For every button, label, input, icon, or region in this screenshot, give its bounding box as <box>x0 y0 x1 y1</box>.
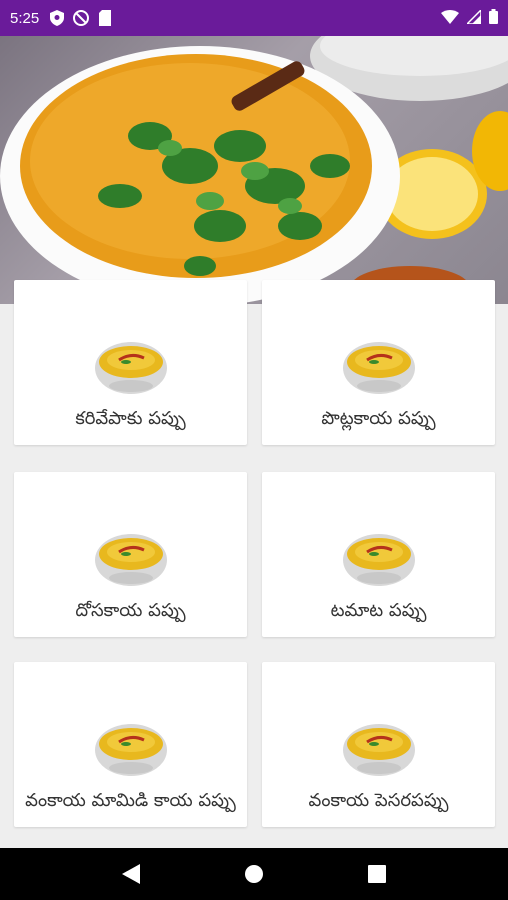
shield-icon <box>49 10 65 26</box>
recipe-card[interactable]: దోసకాయ పప్పు <box>14 472 247 637</box>
dal-bowl-icon <box>342 534 415 586</box>
battery-icon <box>489 8 498 28</box>
home-icon <box>244 865 263 883</box>
home-button[interactable] <box>234 854 274 894</box>
recipe-card[interactable]: టమాట పప్పు <box>262 472 495 637</box>
recipe-label: దోసకాయ పప్పు <box>75 600 186 621</box>
recipe-card[interactable]: వంకాయ మామిడి కాయ పప్పు <box>14 662 247 827</box>
recents-button[interactable] <box>357 854 397 894</box>
recipe-card[interactable]: పొట్లకాయ పప్పు <box>262 280 495 445</box>
dal-bowl-icon <box>94 724 167 776</box>
status-time: 5:25 <box>10 9 40 27</box>
dal-bowl-icon <box>94 534 167 586</box>
back-icon <box>122 864 141 884</box>
no-disturb-icon <box>73 10 90 26</box>
signal-icon <box>465 7 482 28</box>
dal-bowl-icon <box>342 342 415 394</box>
status-bar: 5:25 <box>0 0 508 36</box>
recipe-card[interactable]: వంకాయ పెసరపప్పు <box>262 662 495 827</box>
back-button[interactable] <box>111 854 151 894</box>
recipe-label: పొట్లకాయ పప్పు <box>321 408 436 429</box>
recipe-label: వంకాయ మామిడి కాయ పప్పు <box>25 790 236 811</box>
status-right-icons <box>441 7 498 28</box>
hero-image <box>0 36 508 304</box>
dal-bowl-icon <box>94 342 167 394</box>
wifi-icon <box>441 9 459 28</box>
recipe-label: వంకాయ పెసరపప్పు <box>308 790 449 811</box>
recipe-card[interactable]: కరివేపాకు పప్పు <box>14 280 247 445</box>
dal-bowl-icon <box>342 724 415 776</box>
recents-icon <box>367 865 386 883</box>
navigation-bar <box>0 848 508 900</box>
sd-card-icon <box>97 10 113 26</box>
recipe-label: టమాట పప్పు <box>330 600 427 621</box>
recipe-label: కరివేపాకు పప్పు <box>75 408 186 429</box>
